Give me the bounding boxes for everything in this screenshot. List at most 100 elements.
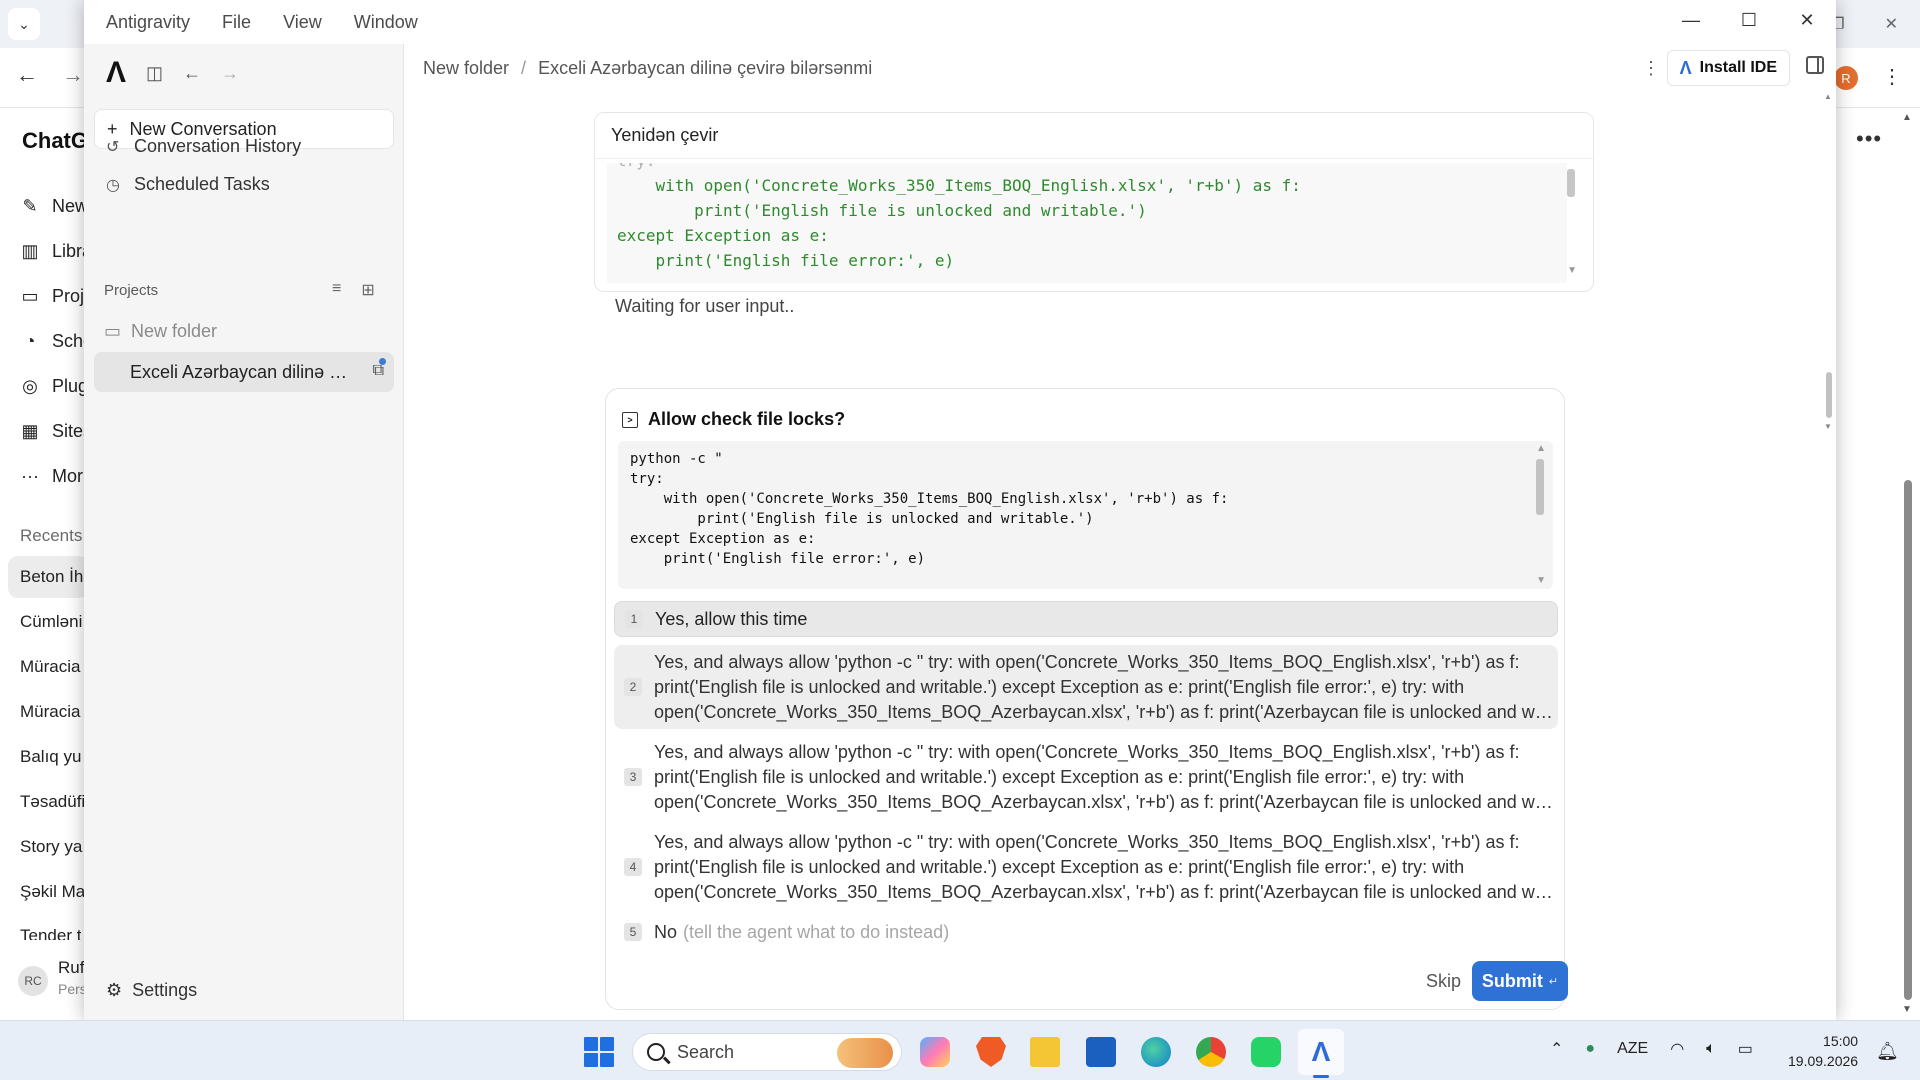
taskbar-search-label: Search (677, 1041, 735, 1062)
recent-item[interactable]: Müracia (20, 657, 80, 677)
permission-title-text: Allow check file locks? (648, 409, 846, 429)
edge-browser-icon[interactable] (1141, 1037, 1171, 1067)
whatsapp-icon[interactable] (1251, 1037, 1281, 1067)
code-line: print('English file is unlocked and writ… (630, 511, 1094, 527)
user-avatar[interactable]: RC (18, 966, 48, 996)
menu-view[interactable]: View (283, 12, 322, 33)
submit-button[interactable]: Submit ↵ (1472, 961, 1568, 1001)
bg-sidebar-item-new[interactable]: ✎ New (20, 196, 88, 217)
scroll-thumb[interactable] (1904, 480, 1912, 1000)
network-globe-icon[interactable]: ● (1585, 1040, 1595, 1058)
bg-sidebar-item-more[interactable]: ··· Mor (20, 466, 83, 487)
title-bar: Antigravity File View Window — ☐ ✕ (84, 0, 1836, 44)
microsoft-store-icon[interactable] (1086, 1037, 1116, 1067)
menu-antigravity[interactable]: Antigravity (106, 12, 190, 33)
bg-sidebar-item-projects[interactable]: ▭ Proj (20, 286, 84, 307)
more-options-icon[interactable]: ⋮ (1642, 58, 1660, 79)
option-text: print('English file is unlocked and writ… (654, 856, 1465, 877)
browser-profile-avatar[interactable]: R (1834, 66, 1858, 90)
search-icon (647, 1043, 665, 1061)
volume-icon[interactable]: 🔈︎ (1706, 1040, 1716, 1058)
breadcrumb-folder[interactable]: New folder (423, 58, 509, 79)
previous-command-code: try: with open('Concrete_Works_350_Items… (607, 163, 1567, 283)
antigravity-taskbar-icon[interactable]: Λ (1306, 1036, 1336, 1067)
option-always-allow[interactable]: 2 Yes, and always allow 'python -c " try… (614, 645, 1558, 729)
code-scroll-down-icon[interactable]: ▼ (1536, 575, 1546, 586)
battery-icon[interactable]: ▭ (1738, 1039, 1753, 1059)
bg-sidebar-item-scheduled[interactable]: ◔ Sche (20, 331, 93, 352)
option-always-allow[interactable]: 4 Yes, and always allow 'python -c " try… (614, 825, 1558, 909)
taskbar-search[interactable]: Search (632, 1033, 902, 1071)
antigravity-window: Antigravity File View Window — ☐ ✕ Λ ◫ ←… (84, 0, 1836, 1020)
recent-item[interactable]: Story ya (20, 837, 82, 857)
recent-item[interactable]: Təsadüfi (20, 792, 85, 812)
brave-browser-icon[interactable] (976, 1037, 1006, 1067)
back-arrow-icon[interactable]: ← (183, 63, 201, 84)
forward-arrow-icon[interactable]: → (221, 63, 239, 84)
option-allow-once[interactable]: 1 Yes, allow this time (614, 601, 1558, 637)
recent-item[interactable]: Balıq yu (20, 747, 81, 767)
scheduled-tasks-link[interactable]: ◷ Scheduled Tasks (106, 174, 270, 195)
chat-options-icon[interactable]: ••• (1856, 126, 1882, 152)
browser-scrollbar[interactable]: ▲ ▼ (1900, 112, 1916, 1020)
main-scrollbar[interactable]: ▲ ▼ (1824, 92, 1834, 432)
project-folder[interactable]: ▭ New folder (104, 321, 217, 342)
clock-time: 15:00 (1823, 1033, 1859, 1049)
bg-sidebar-item-plugins[interactable]: ◎ Plug (20, 376, 88, 397)
browser-close-icon[interactable]: ✕ (1885, 14, 1898, 34)
code-scroll-down-icon[interactable]: ▼ (1567, 265, 1577, 276)
code-scroll-thumb[interactable] (1567, 169, 1575, 197)
chrome-browser-icon[interactable] (1196, 1037, 1226, 1067)
system-clock[interactable]: 15:00 19.09.2026 (1788, 1031, 1858, 1071)
settings-link[interactable]: ⚙ Settings (106, 980, 197, 1001)
notification-bell-icon[interactable]: 🔔︎ (1876, 1041, 1899, 1062)
scroll-down-icon[interactable]: ▼ (1824, 422, 1832, 431)
windows-start-icon[interactable] (584, 1037, 614, 1067)
recent-item[interactable]: Şəkil Ma (20, 882, 85, 902)
maximize-icon[interactable]: ☐ (1720, 0, 1778, 40)
history-icon: ↺ (106, 138, 120, 156)
tab-search-chevron-icon[interactable]: ⌄ (8, 8, 40, 40)
scroll-up-icon[interactable]: ▲ (1824, 92, 1832, 101)
chevron-up-icon[interactable]: ⌃ (1550, 1039, 1563, 1059)
code-scroll-thumb[interactable] (1536, 459, 1544, 515)
submit-label: Submit (1481, 970, 1543, 991)
code-scroll-up-icon[interactable]: ▲ (1536, 443, 1546, 454)
conversation-item-active[interactable]: Exceli Azərbaycan dilinə çevirə bilərsən… (94, 352, 394, 392)
copilot-icon[interactable] (920, 1037, 950, 1067)
browser-forward-icon[interactable]: → (62, 62, 84, 88)
user-name: Ruf (58, 958, 85, 977)
minimize-icon[interactable]: — (1662, 0, 1720, 40)
skip-button[interactable]: Skip (1418, 963, 1469, 999)
panel-toggle-icon[interactable] (1806, 56, 1824, 74)
scroll-down-icon[interactable]: ▼ (1902, 1004, 1912, 1015)
conversation-history-link[interactable]: ↺ Conversation History (106, 136, 301, 157)
bg-sidebar-item-sites[interactable]: ▦ Sites (20, 421, 92, 442)
grid-icon: ▦ (21, 421, 39, 441)
recent-item[interactable]: Beton İh (20, 567, 83, 587)
option-always-allow[interactable]: 3 Yes, and always allow 'python -c " try… (614, 735, 1558, 819)
scroll-thumb[interactable] (1826, 372, 1832, 418)
option-deny[interactable]: 5 No (tell the agent what to do instead) (614, 915, 1558, 949)
close-icon[interactable]: ✕ (1778, 0, 1836, 40)
install-ide-button[interactable]: Λ Install IDE (1666, 50, 1790, 86)
bg-sidebar-label: Mor (52, 466, 83, 486)
new-folder-icon[interactable]: ⊞ (361, 280, 374, 300)
option-number: 2 (624, 678, 642, 696)
menu-window[interactable]: Window (354, 12, 418, 33)
bg-sidebar-item-library[interactable]: ▥ Libra (20, 241, 92, 262)
recent-item[interactable]: Tender t (20, 926, 81, 940)
browser-back-icon[interactable]: ← (16, 62, 38, 88)
language-indicator[interactable]: AZE (1617, 1040, 1648, 1058)
recent-item[interactable]: Cümləni (20, 612, 82, 632)
active-app-indicator (1313, 1075, 1329, 1078)
browser-menu-icon[interactable]: ⋮ (1882, 64, 1902, 89)
permission-request-card: > Allow check file locks? python -c " try… (605, 388, 1568, 1010)
wifi-icon[interactable]: ◠ (1670, 1039, 1684, 1059)
recent-item[interactable]: Müracia (20, 702, 80, 722)
sidebar-toggle-icon[interactable]: ◫ (146, 63, 163, 84)
filter-icon[interactable]: ≡ (332, 280, 341, 300)
menu-file[interactable]: File (222, 12, 251, 33)
file-explorer-icon[interactable] (1030, 1037, 1060, 1067)
scroll-up-icon[interactable]: ▲ (1902, 112, 1912, 123)
